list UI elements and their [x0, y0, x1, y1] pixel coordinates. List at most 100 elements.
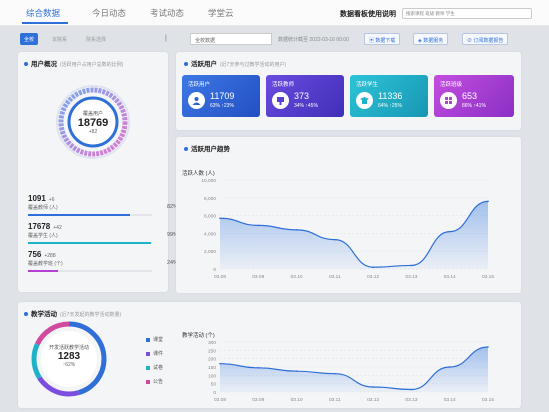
- dashboard-help-link[interactable]: 数据看板使用说明: [340, 9, 396, 19]
- trend-title-text: 活跃用户趋势: [191, 146, 230, 153]
- teachers-delta: +6: [48, 197, 55, 203]
- tab-overview[interactable]: 综合数据: [26, 7, 60, 19]
- data-point: [295, 370, 298, 372]
- x-tick-label: 03.15: [482, 397, 494, 403]
- shield-icon: ◈: [418, 38, 422, 44]
- x-tick-label: 03.12: [367, 274, 379, 280]
- active-tab-indicator: [22, 22, 68, 24]
- stat-students: 17678 +42 覆盖学生 (人) 99%: [28, 222, 178, 244]
- legend-swatch-icon: [146, 337, 150, 342]
- tab-today[interactable]: 今日动态: [92, 7, 126, 19]
- classes-bar-fill: [28, 270, 58, 272]
- x-tick-label: 03.14: [444, 274, 456, 280]
- teacher-icon: [272, 92, 289, 109]
- y-tick-label: 8,000: [204, 196, 216, 202]
- user-overview-title-text: 用户概况: [31, 61, 57, 68]
- legend-exam-label: 试卷: [153, 365, 164, 371]
- subscribe-report-label: 订阅数据报告: [473, 38, 504, 44]
- teaching-center-label: 开发活跃教学活动: [48, 345, 89, 351]
- data-point: [487, 346, 489, 348]
- data-point: [219, 362, 221, 365]
- classes-bar-track: [28, 270, 152, 272]
- card-active-students-meta: 64% ↑25%: [378, 103, 402, 109]
- legend-classroom-label: 课堂: [153, 337, 164, 343]
- subscribe-report-button[interactable]: ⊘ 订阅数据报告: [462, 33, 509, 45]
- classes-delta: +288: [44, 253, 56, 259]
- data-point: [448, 230, 451, 233]
- card-active-students[interactable]: 活跃学生 11336 64% ↑25%: [350, 75, 428, 117]
- teachers-value: 1091: [28, 194, 46, 203]
- legend-courseware: 课件: [146, 350, 163, 357]
- card-active-students-label: 活跃学生: [356, 82, 379, 88]
- data-point: [257, 367, 260, 369]
- data-service-label: 数据服务: [423, 38, 444, 44]
- download-icon: ▣: [369, 38, 375, 44]
- data-scope-select[interactable]: 全校数据: [190, 33, 272, 45]
- y-tick-label: 50: [211, 382, 217, 388]
- students-delta: +42: [53, 225, 62, 231]
- teaching-center: 开发活跃教学活动 1283 ↑62%: [39, 344, 99, 368]
- students-bar-fill: [28, 242, 151, 244]
- filter-department-button[interactable]: 本院系: [48, 33, 71, 45]
- card-active-teachers-label: 活跃教师: [272, 82, 295, 88]
- students-label: 覆盖学生 (人): [28, 233, 58, 239]
- classes-label: 覆盖教学班 (个): [28, 261, 63, 267]
- x-tick-label: 03.15: [482, 274, 494, 280]
- legend-classroom: 课堂: [146, 336, 163, 343]
- active-users-title-text: 活跃用户: [191, 61, 217, 68]
- x-tick-label: 03.10: [291, 397, 303, 403]
- stat-classes: 756 +288 覆盖教学班 (个) 24%: [28, 250, 178, 272]
- y-tick-label: 2,000: [204, 249, 216, 255]
- y-tick-label: 10,000: [201, 178, 216, 184]
- x-tick-label: 03.13: [405, 274, 417, 280]
- teachers-bar-fill: [28, 214, 130, 216]
- y-tick-label: 100: [208, 373, 216, 379]
- user-overview-subtitle: (活跃用户占用户总数的比例): [60, 62, 124, 68]
- teaching-title-text: 教学活动: [31, 311, 57, 318]
- filter-school-button[interactable]: 全校: [20, 33, 39, 45]
- coverage-center: 覆盖用户 18769 +82: [63, 110, 123, 135]
- classes-value: 756: [28, 250, 42, 259]
- legend-courseware-label: 课件: [153, 351, 164, 357]
- data-service-button[interactable]: ◈ 数据服务: [413, 33, 449, 45]
- card-active-classes[interactable]: 活跃班级 653 86% ↑41%: [434, 75, 514, 117]
- legend-swatch-icon: [146, 379, 150, 384]
- card-active-users-value: 11709: [210, 91, 235, 101]
- legend-swatch-icon: [146, 365, 150, 370]
- card-active-classes-label: 活跃班级: [440, 82, 463, 88]
- card-active-classes-meta: 86% ↑41%: [462, 103, 486, 109]
- title-dot-icon: [24, 312, 28, 317]
- y-tick-label: 250: [208, 348, 216, 354]
- card-active-classes-value: 653: [462, 91, 478, 101]
- data-point: [334, 238, 336, 241]
- data-point: [372, 266, 374, 269]
- filter-department-select-button[interactable]: 院系选择: [82, 33, 110, 45]
- student-icon: [356, 92, 373, 109]
- x-tick-label: 03.09: [252, 274, 264, 280]
- tab-exam[interactable]: 考试动态: [150, 7, 184, 19]
- y-tick-label: 6,000: [204, 214, 216, 220]
- students-bar-track: [28, 242, 152, 244]
- search-input[interactable]: 搜索课程 班级 教师 学生: [402, 8, 532, 19]
- data-point: [372, 386, 374, 388]
- legend-notice: 公告: [146, 378, 163, 385]
- x-tick-label: 03.08: [214, 274, 226, 280]
- card-active-students-value: 11336: [378, 91, 403, 101]
- user-overview-panel: 用户概况 (活跃用户占用户总数的比例) 覆盖用户 18769 +82 1091 +6…: [18, 52, 178, 292]
- legend-notice-label: 公告: [153, 379, 164, 385]
- coverage-label: 覆盖用户: [82, 111, 103, 117]
- x-tick-label: 03.10: [291, 274, 303, 280]
- x-tick-label: 03.08: [214, 397, 226, 403]
- title-dot-icon: [184, 147, 188, 152]
- card-active-teachers[interactable]: 活跃教师 373 34% ↑45%: [266, 75, 344, 117]
- card-active-users-meta: 63% ↑23%: [210, 103, 234, 109]
- download-data-button[interactable]: ▣ 数据下载: [364, 33, 401, 45]
- tab-xuetangyun[interactable]: 学堂云: [208, 7, 234, 19]
- legend-swatch-icon: [146, 351, 150, 356]
- series-area: [220, 347, 488, 392]
- data-point: [487, 200, 489, 203]
- trend-title: 活跃用户趋势: [184, 143, 230, 153]
- card-active-users[interactable]: 活跃用户 11709 63% ↑23%: [182, 75, 260, 117]
- top-navigation: 综合数据 今日动态 考试动态 学堂云 数据看板使用说明 搜索课程 班级 教师 学…: [0, 0, 549, 26]
- x-tick-label: 03.09: [252, 397, 264, 403]
